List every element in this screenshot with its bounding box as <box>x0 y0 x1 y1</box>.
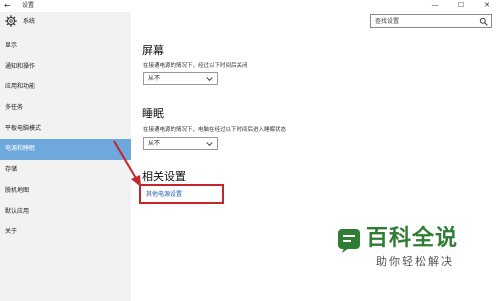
watermark-logo-icon <box>338 229 360 253</box>
minimize-icon[interactable]: — <box>422 0 448 11</box>
watermark-subtitle: 助你轻松解决 <box>376 255 454 268</box>
window-title: 设置 <box>22 2 35 9</box>
sidebar-item-apps[interactable]: 应用和功能 <box>0 77 131 98</box>
screen-timeout-dropdown[interactable]: 从不 <box>143 72 218 85</box>
sidebar-header-label: 系统 <box>23 18 36 25</box>
screen-section-title: 屏幕 <box>142 44 164 57</box>
sidebar-header[interactable]: 系统 <box>0 12 131 32</box>
sidebar-item-default-apps[interactable]: 默认应用 <box>0 202 131 223</box>
back-arrow-icon[interactable]: ← <box>4 0 11 11</box>
close-icon[interactable]: ✕ <box>474 0 500 11</box>
watermark-title: 百科全说 <box>366 226 459 251</box>
chevron-down-icon <box>206 142 213 146</box>
search-box[interactable]: 查找设置 <box>370 14 492 28</box>
screen-timeout-value: 从不 <box>148 75 161 82</box>
screen-description: 在接通电源的情况下，经过以下时间后关闭 <box>143 63 248 69</box>
sidebar-item-notifications[interactable]: 通知和操作 <box>0 57 131 78</box>
sleep-description: 在接通电源的情况下，电脑在经过以下时间后进入睡眠状态 <box>143 127 287 133</box>
sidebar-item-display[interactable]: 显示 <box>0 36 131 57</box>
title-bar: ← 设置 — ☐ ✕ <box>0 0 500 12</box>
sidebar-item-about[interactable]: 关于 <box>0 222 131 243</box>
watermark: 百科全说 助你轻松解决 <box>336 226 496 274</box>
annotation-arrow-icon <box>113 140 141 187</box>
sleep-section-title: 睡眠 <box>142 107 164 120</box>
maximize-icon[interactable]: ☐ <box>448 0 474 11</box>
highlight-box: 其他电源设置 <box>139 184 224 204</box>
gear-icon <box>5 15 17 27</box>
sleep-timeout-dropdown[interactable]: 从不 <box>143 137 218 150</box>
other-power-settings-link[interactable]: 其他电源设置 <box>146 190 182 199</box>
chevron-down-icon <box>206 77 213 81</box>
search-input[interactable]: 查找设置 <box>375 17 399 26</box>
window-controls: — ☐ ✕ <box>422 0 500 11</box>
search-icon[interactable] <box>479 17 488 26</box>
sidebar-item-multitasking[interactable]: 多任务 <box>0 98 131 119</box>
sidebar-item-tablet-mode[interactable]: 平板电脑模式 <box>0 119 131 140</box>
